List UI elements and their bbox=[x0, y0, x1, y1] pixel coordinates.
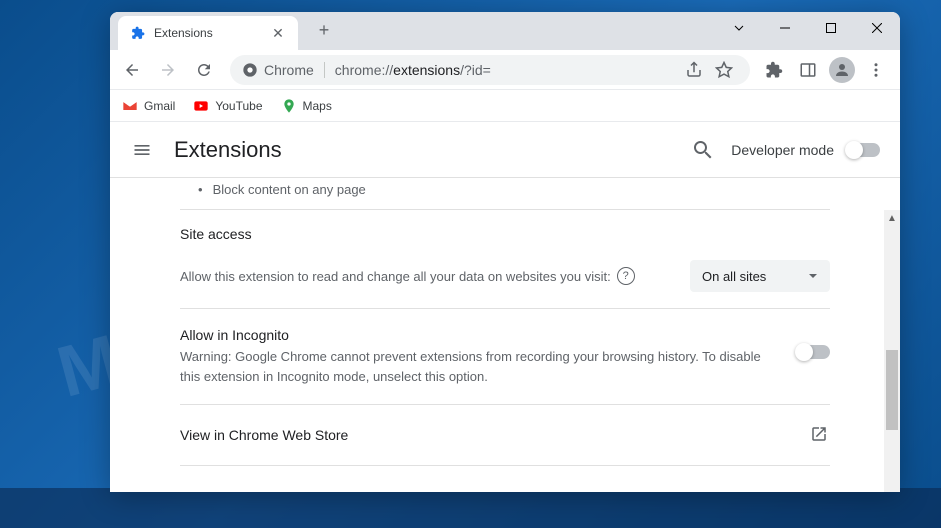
permission-bullet: Block content on any page bbox=[180, 178, 830, 209]
site-access-title: Site access bbox=[180, 226, 830, 242]
gmail-icon bbox=[122, 98, 138, 114]
address-bar[interactable]: Chrome chrome://extensions/?id= bbox=[230, 55, 750, 85]
toolbar: Chrome chrome://extensions/?id= bbox=[110, 50, 900, 90]
incognito-title: Allow in Incognito bbox=[180, 327, 776, 343]
window-controls bbox=[716, 12, 900, 44]
page-title: Extensions bbox=[174, 137, 691, 163]
hamburger-menu-icon[interactable] bbox=[130, 138, 154, 162]
minimize-button[interactable] bbox=[762, 12, 808, 44]
share-icon[interactable] bbox=[680, 56, 708, 84]
site-access-dropdown[interactable]: On all sites bbox=[690, 260, 830, 292]
scroll-down-icon[interactable]: ▼ bbox=[884, 488, 900, 492]
youtube-icon bbox=[193, 98, 209, 114]
site-access-description: Allow this extension to read and change … bbox=[180, 267, 690, 285]
extensions-icon[interactable] bbox=[758, 54, 790, 86]
close-button[interactable] bbox=[854, 12, 900, 44]
bookmark-maps[interactable]: Maps bbox=[281, 98, 332, 114]
bookmark-label: Gmail bbox=[144, 99, 175, 113]
bookmark-youtube[interactable]: YouTube bbox=[193, 98, 262, 114]
omnibox-divider bbox=[324, 62, 325, 78]
dropdown-caret-icon[interactable] bbox=[716, 12, 762, 44]
incognito-section: Allow in Incognito Warning: Google Chrom… bbox=[180, 308, 830, 404]
omnibox-chrome-label: Chrome bbox=[264, 62, 314, 78]
chrome-icon: Chrome bbox=[242, 62, 314, 78]
maximize-button[interactable] bbox=[808, 12, 854, 44]
dropdown-selected-value: On all sites bbox=[702, 269, 766, 284]
bookmark-gmail[interactable]: Gmail bbox=[122, 98, 175, 114]
titlebar: Extensions ✕ + bbox=[110, 12, 900, 50]
omnibox-url: chrome://extensions/?id= bbox=[335, 62, 491, 78]
back-button[interactable] bbox=[114, 52, 150, 88]
search-icon[interactable] bbox=[691, 138, 715, 162]
browser-tab[interactable]: Extensions ✕ bbox=[118, 16, 298, 50]
windows-taskbar[interactable] bbox=[0, 488, 941, 528]
profile-avatar[interactable] bbox=[826, 54, 858, 86]
new-tab-button[interactable]: + bbox=[310, 16, 338, 44]
bookmark-label: YouTube bbox=[215, 99, 262, 113]
page-content: Extensions Developer mode Block content … bbox=[110, 122, 900, 468]
maps-icon bbox=[281, 98, 297, 114]
help-icon[interactable]: ? bbox=[617, 267, 635, 285]
reload-button[interactable] bbox=[186, 52, 222, 88]
forward-button[interactable] bbox=[150, 52, 186, 88]
source-section: Source bbox=[180, 465, 830, 468]
extensions-header: Extensions Developer mode bbox=[110, 122, 900, 178]
site-access-section: Site access Allow this extension to read… bbox=[180, 209, 830, 308]
scroll-up-icon[interactable]: ▲ bbox=[884, 210, 900, 226]
scroll-area: Block content on any page Site access Al… bbox=[110, 178, 900, 468]
side-panel-icon[interactable] bbox=[792, 54, 824, 86]
scrollbar[interactable]: ▲ ▼ bbox=[884, 210, 900, 492]
tab-title: Extensions bbox=[154, 26, 270, 40]
extension-puzzle-icon bbox=[130, 25, 146, 41]
bookmarks-bar: Gmail YouTube Maps bbox=[110, 90, 900, 122]
open-external-icon bbox=[810, 425, 830, 445]
web-store-label: View in Chrome Web Store bbox=[180, 427, 810, 443]
incognito-toggle[interactable] bbox=[796, 345, 830, 359]
bookmark-star-icon[interactable] bbox=[710, 56, 738, 84]
developer-mode-toggle[interactable] bbox=[846, 143, 880, 157]
incognito-description: Warning: Google Chrome cannot prevent ex… bbox=[180, 347, 776, 386]
bookmark-label: Maps bbox=[303, 99, 332, 113]
browser-window: Extensions ✕ + Chrome chrome://extension… bbox=[110, 12, 900, 492]
kebab-menu-icon[interactable] bbox=[860, 54, 892, 86]
scrollbar-thumb[interactable] bbox=[886, 350, 898, 430]
tab-close-icon[interactable]: ✕ bbox=[270, 25, 286, 41]
web-store-section[interactable]: View in Chrome Web Store bbox=[180, 404, 830, 465]
developer-mode-label: Developer mode bbox=[731, 142, 834, 158]
